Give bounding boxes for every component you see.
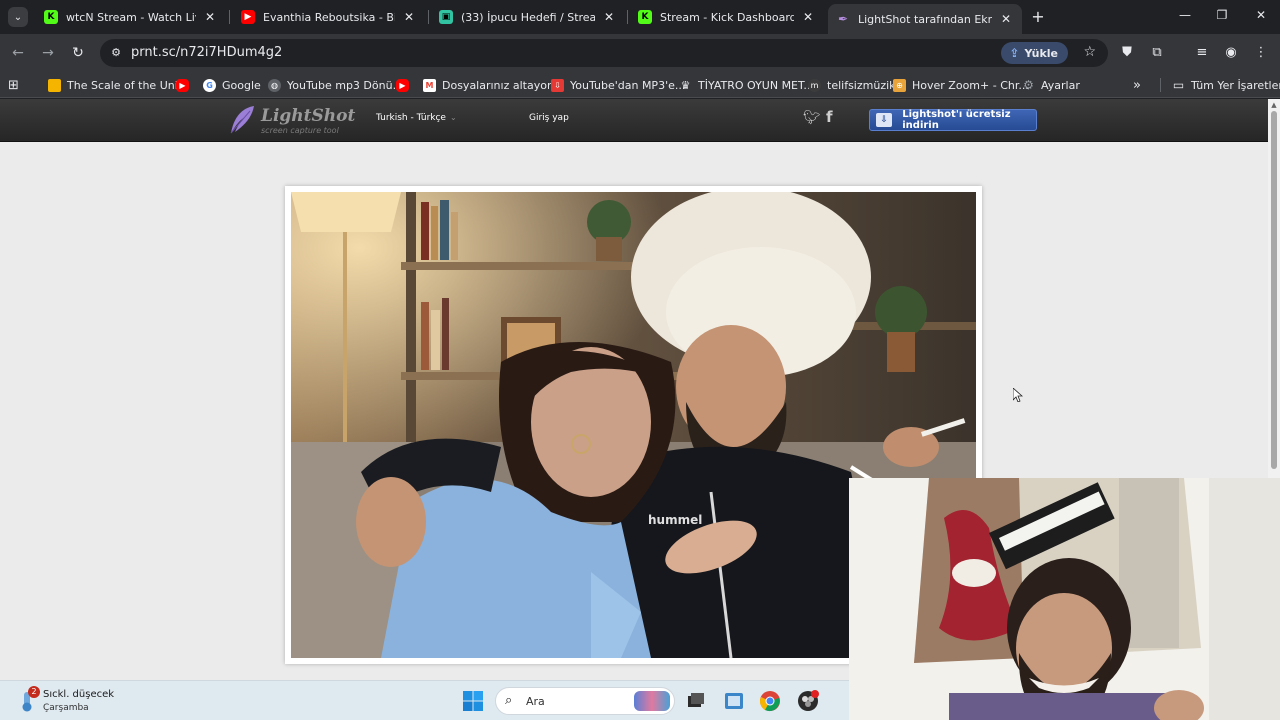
reload-icon[interactable]: ↻ — [68, 43, 88, 63]
download-icon: ⇩ — [876, 113, 893, 127]
lightshot-icon: ✒ — [837, 12, 849, 26]
tab-divider — [627, 10, 628, 24]
close-window-button[interactable]: ✕ — [1251, 8, 1271, 26]
tab-divider — [428, 10, 429, 24]
chrome-icon[interactable] — [759, 690, 781, 712]
hover-zoom-icon: ⊕ — [893, 78, 906, 92]
notification-badge: 2 — [28, 686, 40, 698]
lightshot-logo-tagline: screen capture tool — [261, 126, 339, 135]
apps-grid-icon[interactable]: ⊞ — [8, 76, 19, 94]
youtube-icon: ▶ — [396, 78, 409, 92]
kick-icon: K — [638, 10, 652, 24]
bookmark-scale-universe[interactable]: The Scale of the Uni... — [48, 76, 188, 94]
download-icon: ⇩ — [551, 78, 564, 92]
bookmarks-divider — [1160, 78, 1161, 92]
weather-day: Çarşamba — [43, 703, 89, 713]
crown-icon: ♛ — [680, 78, 691, 92]
bookmark-google[interactable]: G Google — [203, 76, 261, 94]
bookmark-dosyalariniz[interactable]: M Dosyalarınız altayon... — [423, 76, 564, 94]
upload-icon: ⇪ — [1009, 46, 1020, 60]
bookmark-youtube-mp3e[interactable]: ⇩ YouTube'dan MP3'e... — [551, 76, 685, 94]
url-text[interactable]: prnt.sc/n72i7HDum4g2 — [131, 45, 282, 60]
media-controls-icon[interactable]: ≡ — [1193, 44, 1211, 62]
google-icon: G — [203, 78, 216, 92]
menu-kebab-icon[interactable]: ⋮ — [1252, 44, 1270, 62]
tab-kick-dashboard[interactable]: K Stream - Kick Dashboard ✕ — [630, 4, 824, 30]
language-select[interactable]: Turkish - Türkçe ⌄ — [376, 113, 457, 123]
address-bar[interactable]: ⚙ prnt.sc/n72i7HDum4g2 ⇪ Yükle ☆ — [100, 39, 1108, 67]
bookmark-youtube-2[interactable]: ▶ — [396, 76, 415, 94]
tab-strip: ⌄ K wtcN Stream - Watch Live on K ✕ ▶ Ev… — [0, 0, 1280, 34]
maximize-button[interactable]: ❐ — [1212, 8, 1232, 26]
twitter-icon[interactable]: 🐦︎ — [803, 110, 821, 126]
chevron-down-icon: ⌄ — [449, 113, 457, 122]
obs-icon[interactable] — [797, 690, 819, 712]
search-icon: ⌕ — [505, 693, 513, 708]
close-icon[interactable]: ✕ — [202, 10, 218, 24]
weather-title: Sıckl. düşecek — [43, 689, 115, 700]
bookmark-youtube-1[interactable]: ▶ — [176, 76, 195, 94]
task-view-icon[interactable] — [685, 690, 707, 712]
tab-divider — [229, 10, 230, 24]
photo-app-icon[interactable] — [723, 690, 745, 712]
browser-toolbar: ← → ↻ ⚙ prnt.sc/n72i7HDum4g2 ⇪ Yükle ☆ ⛊… — [0, 34, 1280, 72]
close-icon[interactable]: ✕ — [998, 12, 1014, 26]
bookmark-youtube-mp3[interactable]: ◍ YouTube mp3 Dönü... — [268, 76, 403, 94]
profile-avatar-icon[interactable]: ◉ — [1222, 44, 1240, 62]
bookmarks-overflow-icon[interactable]: » — [1133, 76, 1141, 94]
extensions-icon[interactable]: ⧉ — [1148, 44, 1166, 62]
scroll-thumb[interactable] — [1271, 111, 1277, 469]
tab-streamlabs[interactable]: ▣ (33) İpucu Hedefi / Streamlabs ✕ — [431, 4, 625, 30]
kick-icon: K — [44, 10, 58, 24]
music-icon: m — [808, 78, 821, 92]
search-highlight-icon — [634, 691, 670, 711]
bookmark-star-icon[interactable]: ☆ — [1083, 44, 1096, 60]
gmail-icon: M — [423, 78, 436, 92]
close-icon[interactable]: ✕ — [800, 10, 816, 24]
bookmark-yellow-icon — [48, 78, 61, 92]
lightshot-logo[interactable]: LightShot screen capture tool — [228, 105, 355, 137]
mouse-cursor-icon — [1013, 388, 1023, 402]
tab-lightshot[interactable]: ✒ LightShot tarafından Ekran Görü ✕ — [828, 4, 1022, 34]
youtube-icon: ▶ — [176, 78, 189, 92]
globe-icon: ◍ — [268, 78, 281, 92]
streamlabs-icon: ▣ — [439, 10, 453, 24]
site-info-icon[interactable]: ⚙ — [108, 45, 124, 61]
tab-evanthia[interactable]: ▶ Evanthia Reboutsika - Biz Bir Ai ✕ — [233, 4, 425, 30]
webcam-feed — [849, 478, 1280, 720]
back-arrow-icon[interactable]: ← — [8, 43, 28, 63]
gear-icon: ⚙ — [1023, 78, 1034, 92]
download-lightshot-button[interactable]: ⇩ Lightshot'ı ücretsiz indirin — [869, 109, 1037, 131]
bookmark-tiyatro[interactable]: ♛ TİYATRO OYUN MET... — [679, 76, 814, 94]
forward-arrow-icon[interactable]: → — [38, 43, 58, 63]
youtube-icon: ▶ — [241, 10, 255, 24]
bookmark-telifsizmuzik[interactable]: m telifsizmüzik — [808, 76, 896, 94]
feather-icon — [230, 106, 254, 134]
scroll-up-icon[interactable]: ▲ — [1270, 101, 1278, 109]
minimize-button[interactable]: — — [1175, 8, 1195, 26]
close-icon[interactable]: ✕ — [601, 10, 617, 24]
bookmark-ayarlar[interactable]: ⚙ Ayarlar — [1022, 76, 1080, 94]
bookmark-hover-zoom[interactable]: ⊕ Hover Zoom+ - Chr... — [893, 76, 1029, 94]
bookmarks-bar: ⊞ The Scale of the Uni... ▶ G Google ◍ Y… — [0, 72, 1280, 98]
new-tab-button[interactable]: + — [1028, 7, 1048, 27]
tab-search-button[interactable]: ⌄ — [8, 7, 28, 27]
webcam-overlay — [849, 478, 1280, 720]
windows-start-icon[interactable] — [463, 691, 483, 711]
login-link[interactable]: Giriş yap — [529, 113, 569, 123]
shield-extension-icon[interactable]: ⛊ — [1118, 44, 1136, 62]
folder-icon: ▭ — [1172, 78, 1185, 92]
facebook-icon[interactable]: f — [826, 108, 833, 126]
all-bookmarks[interactable]: ▭ Tüm Yer İşaretleri — [1172, 76, 1280, 94]
taskbar-search[interactable]: ⌕ Ara — [495, 687, 675, 715]
lightshot-logo-name: LightShot — [261, 106, 356, 126]
tab-wtcn-stream[interactable]: K wtcN Stream - Watch Live on K ✕ — [36, 4, 226, 30]
svg-text:hummel: hummel — [648, 513, 702, 527]
close-icon[interactable]: ✕ — [401, 10, 417, 24]
upload-button[interactable]: ⇪ Yükle — [1001, 42, 1068, 64]
lightshot-header: LightShot screen capture tool Turkish - … — [0, 99, 1268, 142]
